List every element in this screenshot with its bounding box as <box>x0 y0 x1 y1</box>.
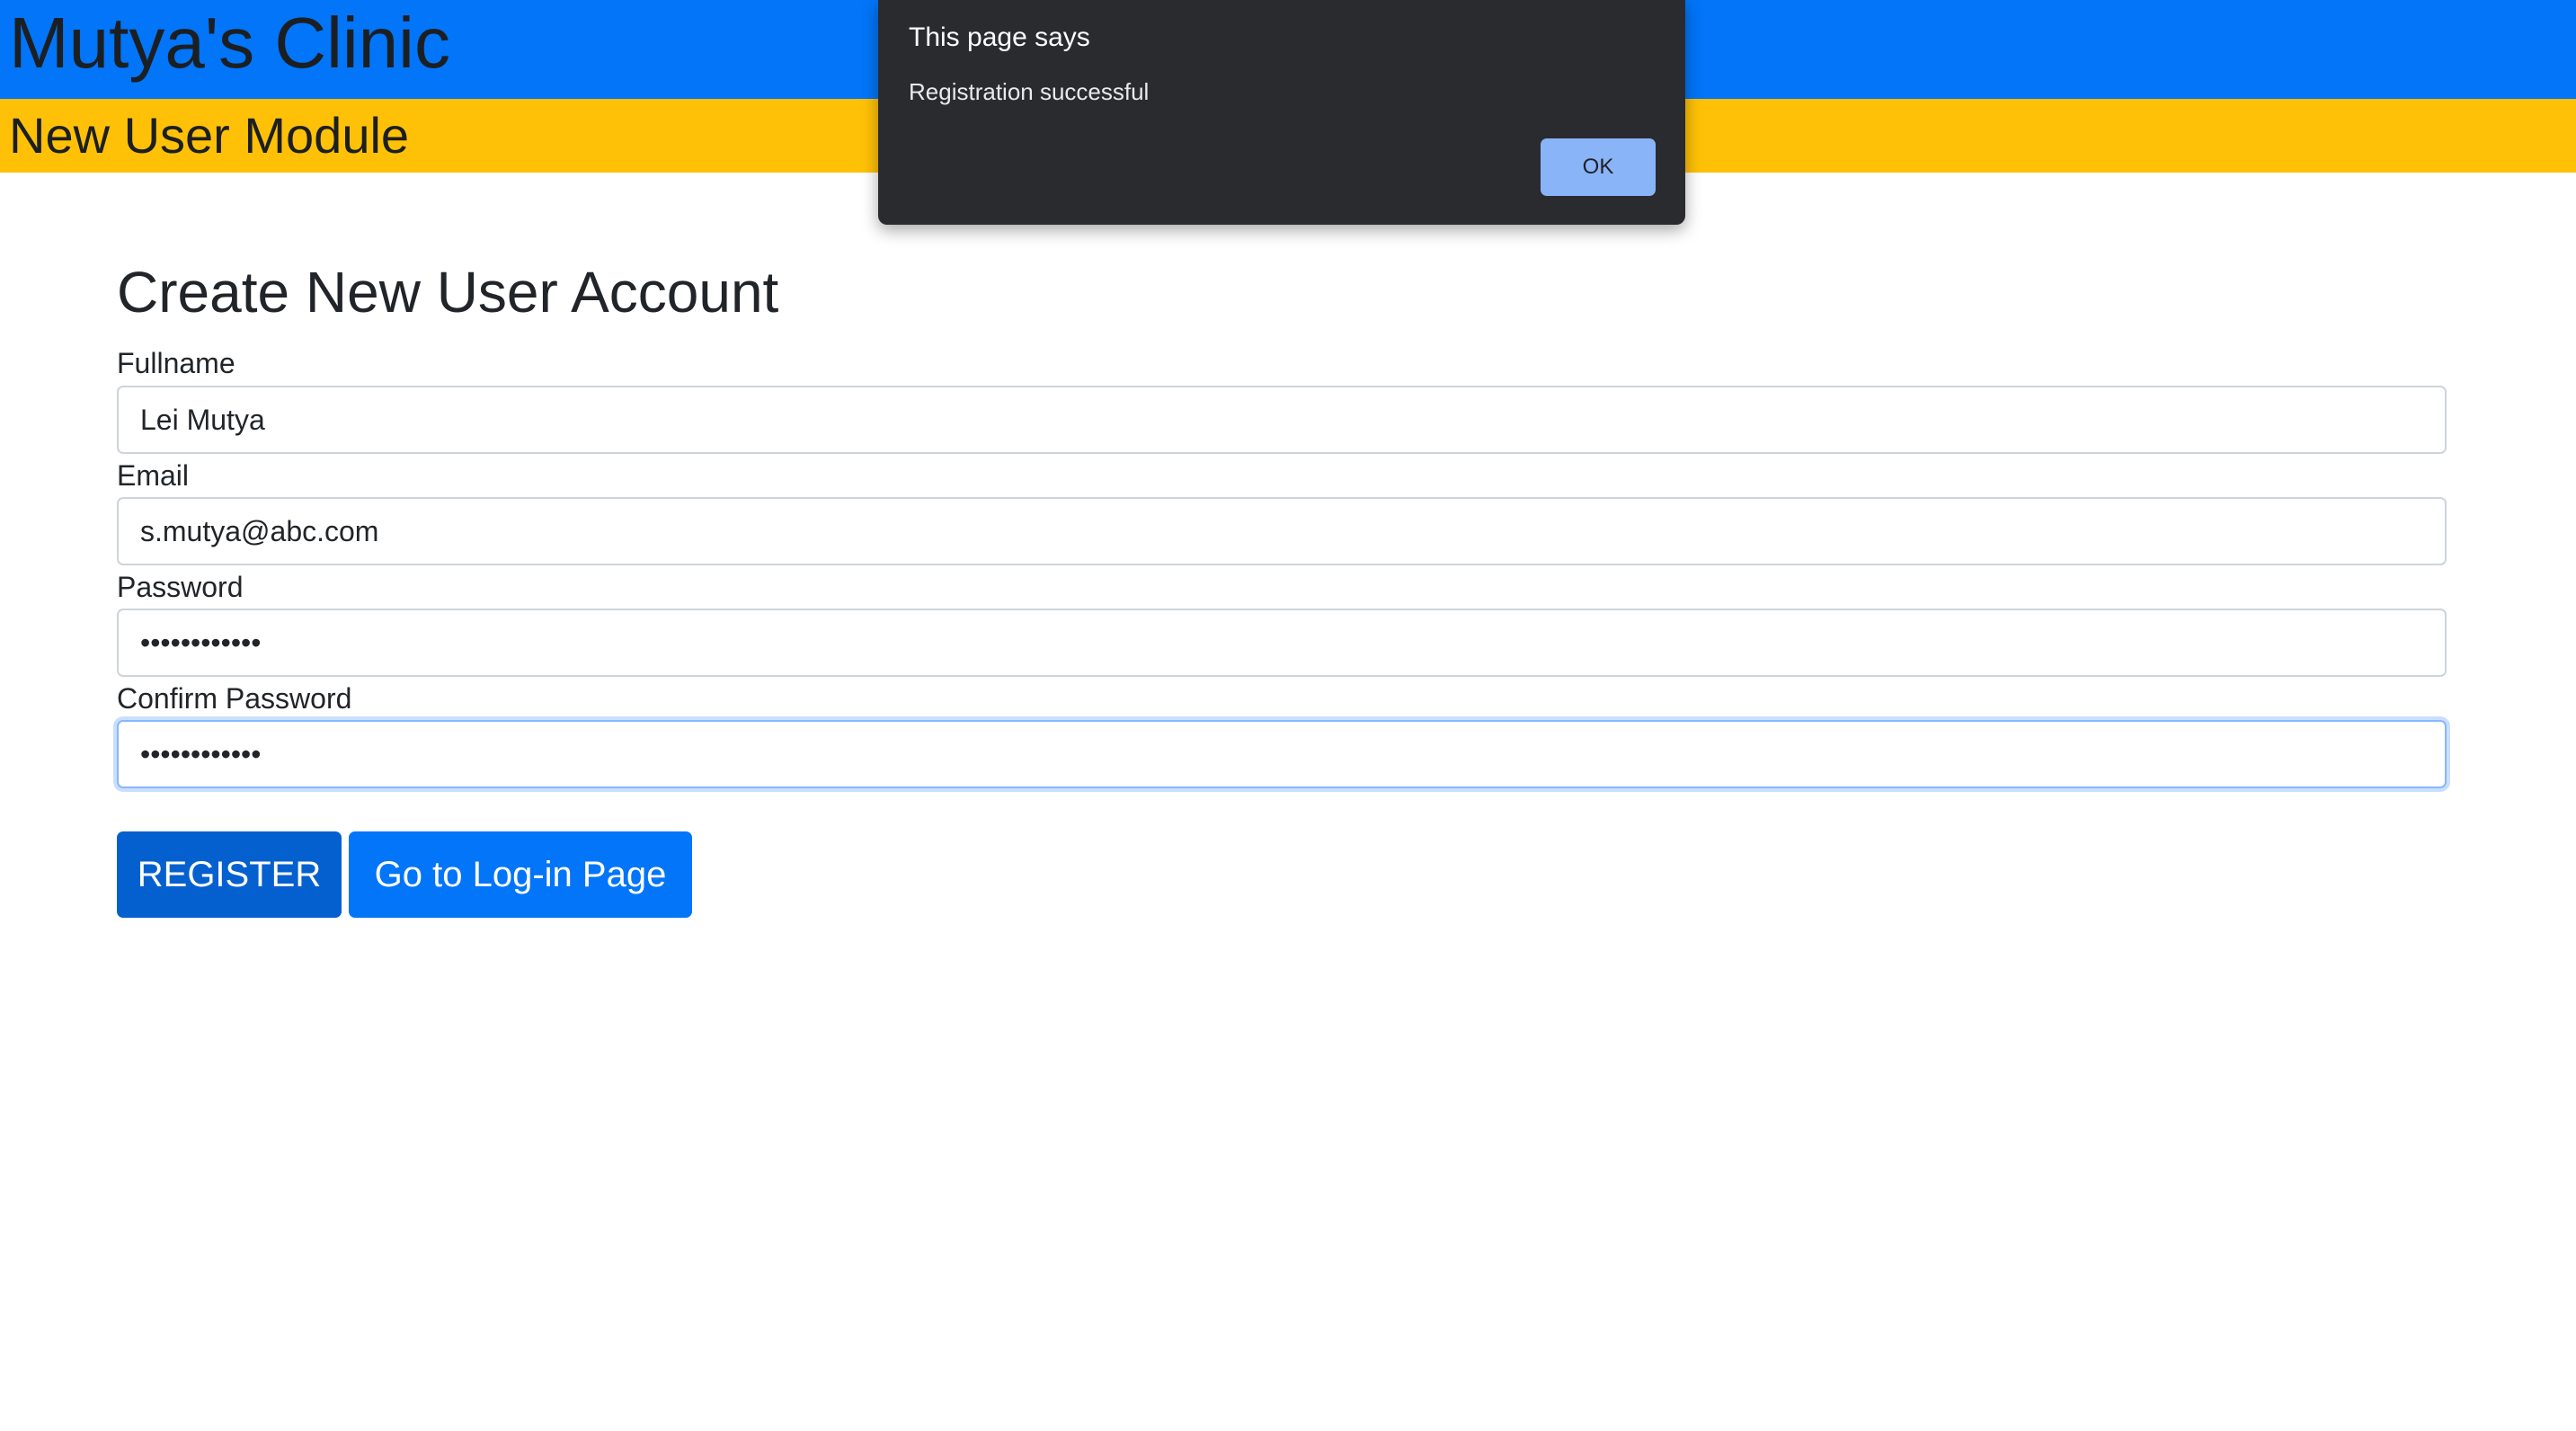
dialog-ok-button[interactable]: OK <box>1541 138 1656 196</box>
module-title: New User Module <box>9 107 410 164</box>
dialog-message: Registration successful <box>909 78 1150 105</box>
form-title: Create New User Account <box>117 260 779 324</box>
email-label: Email <box>117 459 190 492</box>
password-input[interactable] <box>117 609 2447 677</box>
email-input[interactable] <box>117 497 2447 565</box>
confirm-password-label: Confirm Password <box>117 682 352 715</box>
password-label: Password <box>117 571 244 603</box>
confirm-password-input[interactable] <box>117 720 2447 788</box>
fullname-label: Fullname <box>117 347 235 379</box>
fullname-input[interactable] <box>117 386 2447 454</box>
alert-dialog: This page says Registration successful O… <box>878 0 1685 225</box>
dialog-title: This page says <box>909 22 1090 52</box>
go-to-login-button[interactable]: Go to Log-in Page <box>349 831 692 918</box>
register-button[interactable]: REGISTER <box>117 831 342 918</box>
app-title: Mutya's Clinic <box>9 3 450 83</box>
